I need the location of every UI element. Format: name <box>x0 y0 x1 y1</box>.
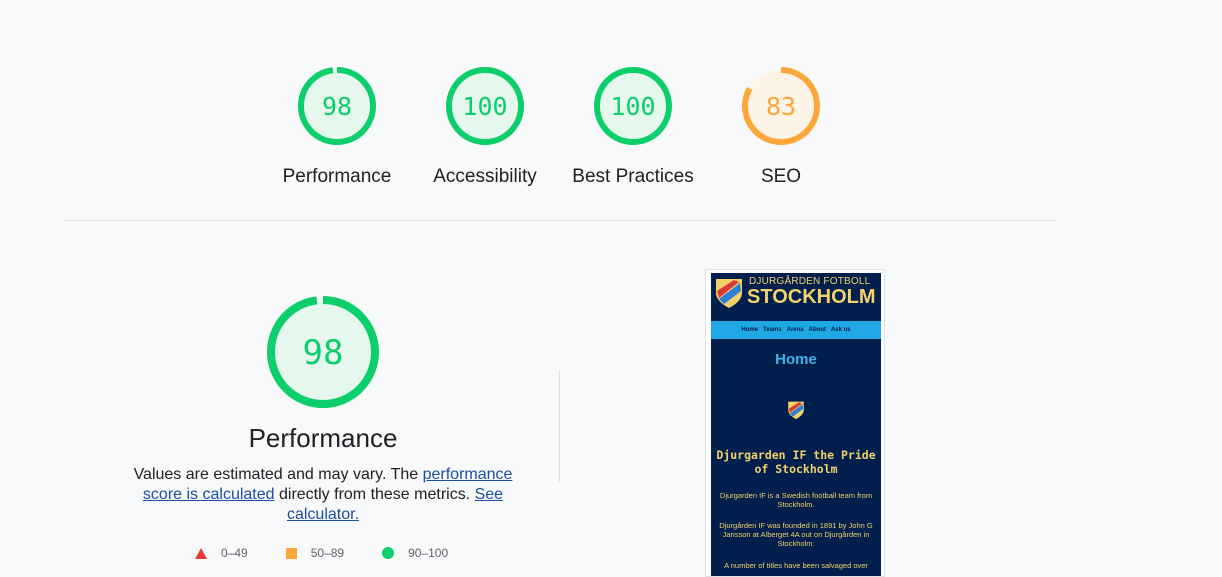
site-nav: Home Teams Arena About Ask us <box>711 321 881 339</box>
score-value: 83 <box>766 92 796 121</box>
gauge-ring: 100 <box>446 67 524 145</box>
site-title: STOCKHOLM <box>747 286 876 308</box>
site-preview: DJURGÅRDEN FOTBOLL STOCKHOLM Home Teams … <box>711 273 881 576</box>
score-legend: 0–49 50–89 90–100 <box>195 546 486 560</box>
site-paragraph: Djurgården IF was founded in 1891 by Joh… <box>719 521 873 548</box>
site-paragraph: A number of titles have been salvaged ov… <box>724 561 868 570</box>
nav-ask-us: Ask us <box>830 327 851 333</box>
score-gauge-seo[interactable]: 83 SEO <box>731 66 831 188</box>
legend-label: 50–89 <box>310 546 345 560</box>
vertical-divider <box>559 370 560 482</box>
score-value: 100 <box>610 92 655 121</box>
site-header: DJURGÅRDEN FOTBOLL STOCKHOLM <box>711 273 881 313</box>
score-value: 98 <box>322 92 352 121</box>
score-value: 100 <box>462 92 507 121</box>
nav-arena: Arena <box>786 327 804 333</box>
square-icon <box>285 547 297 559</box>
score-gauge-best-practices[interactable]: 100 Best Practices <box>572 66 694 188</box>
club-crest-icon <box>716 279 742 308</box>
performance-description: Values are estimated and may vary. The p… <box>123 465 523 525</box>
site-page-heading: Home <box>775 351 817 368</box>
legend-label: 0–49 <box>221 546 248 560</box>
score-gauge-performance[interactable]: 98 Performance <box>283 66 391 188</box>
site-paragraph: Djurgarden IF is a Swedish football team… <box>719 491 873 509</box>
gauge-ring: 98 <box>298 67 376 145</box>
performance-score: 98 <box>303 333 344 373</box>
score-label: SEO <box>760 166 802 187</box>
section-divider <box>63 220 1055 221</box>
legend-label: 90–100 <box>408 546 449 560</box>
score-gauge-accessibility[interactable]: 100 Accessibility <box>433 66 537 188</box>
gauge-ring: 100 <box>594 67 672 145</box>
nav-teams: Teams <box>763 327 782 333</box>
performance-title: Performance <box>248 423 398 453</box>
nav-home: Home <box>741 327 759 333</box>
club-badge-icon <box>788 401 804 419</box>
circle-icon <box>382 547 395 559</box>
desc-text: directly from these metrics. <box>274 486 475 503</box>
performance-gauge: 98 <box>265 294 381 415</box>
gauge-ring: 98 <box>267 296 379 408</box>
site-headline: Djurgarden IF the Pride of Stockholm <box>716 448 876 476</box>
final-screenshot[interactable]: DJURGÅRDEN FOTBOLL STOCKHOLM Home Teams … <box>705 269 885 577</box>
triangle-icon <box>195 547 207 559</box>
gauge-ring: 83 <box>742 67 820 145</box>
desc-text: Values are estimated and may vary. The <box>133 466 423 483</box>
legend-item-average: 50–89 <box>285 546 345 560</box>
nav-about: About <box>808 327 826 333</box>
legend-item-pass: 90–100 <box>382 546 448 560</box>
legend-item-fail: 0–49 <box>195 546 248 560</box>
